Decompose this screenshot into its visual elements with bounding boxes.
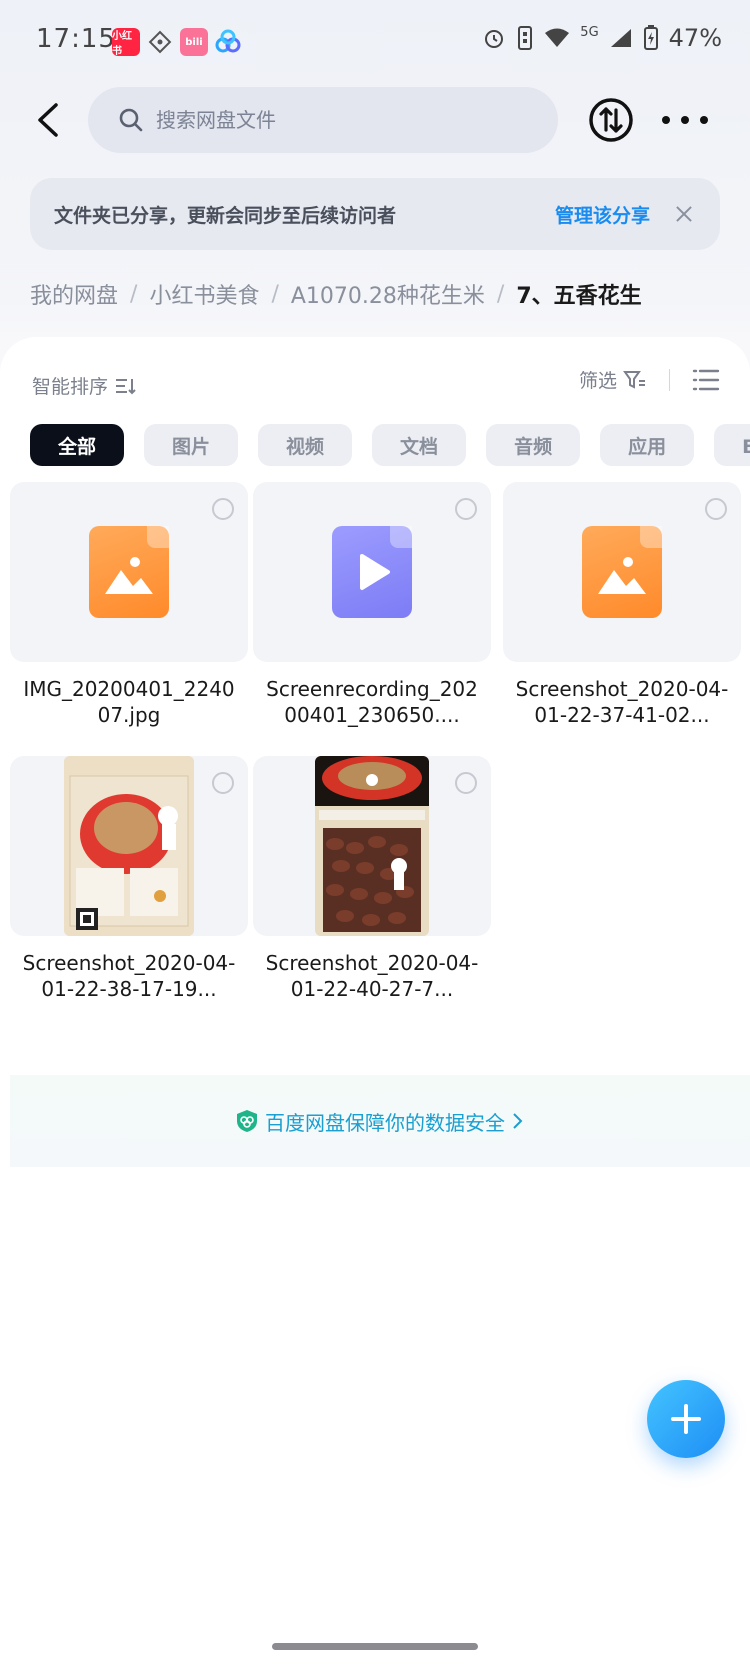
tab-bt-torrents[interactable]: BT种子 — [714, 424, 750, 466]
file-item[interactable]: IMG_20200401_224007.jpg — [10, 482, 248, 728]
tab-apps[interactable]: 应用 — [600, 424, 695, 466]
tab-audio[interactable]: 音频 — [486, 424, 581, 466]
alarm-icon — [485, 30, 504, 48]
breadcrumb-item[interactable]: 小红书美食 — [149, 278, 259, 310]
chevron-right-icon — [513, 1113, 523, 1129]
select-checkbox[interactable] — [455, 772, 477, 794]
close-icon[interactable] — [672, 202, 696, 226]
file-thumbnail — [253, 756, 491, 936]
shield-icon — [237, 1110, 257, 1132]
breadcrumb-separator: / — [496, 281, 505, 307]
breadcrumb-current: 7、五香花生 — [516, 284, 642, 309]
select-checkbox[interactable] — [212, 498, 234, 520]
filter-label[interactable]: 筛选 — [579, 366, 617, 393]
battery-icon — [643, 25, 658, 50]
file-name: Screenshot_2020-04-01-22-38-17-19... — [22, 951, 236, 1001]
tab-images[interactable]: 图片 — [144, 424, 239, 466]
file-item[interactable]: Screenshot_2020-04-01-22-38-17-19... — [10, 756, 248, 1002]
search-input[interactable] — [156, 108, 516, 132]
status-bar: 17:15 小红书 bili 5G 47% — [0, 0, 750, 84]
transfer-button[interactable] — [588, 97, 634, 143]
video-file-icon — [332, 526, 412, 618]
select-checkbox[interactable] — [212, 772, 234, 794]
image-file-icon — [89, 526, 169, 618]
chevron-left-icon — [38, 103, 58, 137]
sort-button[interactable]: 智能排序 — [32, 372, 138, 399]
add-button[interactable] — [647, 1380, 725, 1458]
more-dot-icon — [700, 116, 708, 124]
file-item[interactable]: Screenshot_2020-04-01-22-37-41-02... — [503, 482, 741, 728]
file-item[interactable]: Screenshot_2020-04-01-22-40-27-7... — [253, 756, 491, 1002]
screenshot-thumbnail-image — [315, 756, 429, 936]
breadcrumb-separator: / — [130, 281, 138, 307]
plus-icon — [671, 1404, 701, 1434]
signal-icon — [610, 29, 631, 47]
network-type: 5G — [580, 24, 599, 40]
more-dot-icon — [662, 116, 670, 124]
file-name: Screenshot_2020-04-01-22-37-41-02... — [515, 677, 729, 727]
app-diamond-icon — [146, 28, 174, 56]
file-thumbnail — [253, 482, 491, 662]
select-checkbox[interactable] — [705, 498, 727, 520]
breadcrumb: 我的网盘 / 小红书美食 / A1070.28种花生米 / 7、五香花生 — [30, 278, 642, 310]
category-tabs: 全部 图片 视频 文档 音频 应用 BT种子 其他 — [30, 424, 750, 466]
breadcrumb-item[interactable]: 我的网盘 — [30, 278, 118, 310]
file-name: Screenshot_2020-04-01-22-40-27-7... — [265, 951, 479, 1001]
baidu-netdisk-icon — [214, 28, 242, 56]
status-indicators: 5G 47% — [482, 24, 722, 52]
file-name: IMG_20200401_224007.jpg — [23, 677, 235, 727]
breadcrumb-item[interactable]: A1070.28种花生米 — [291, 278, 485, 310]
bilibili-icon: bili — [180, 28, 208, 56]
share-notice-text: 文件夹已分享，更新会同步至后续访问者 — [54, 204, 397, 227]
tab-videos[interactable]: 视频 — [258, 424, 353, 466]
list-view-icon[interactable] — [692, 368, 720, 392]
breadcrumb-separator: / — [271, 281, 279, 307]
file-name: Screenrecording_20200401_230650.... — [266, 677, 478, 727]
file-thumbnail — [10, 756, 248, 936]
status-time: 17:15 — [36, 24, 116, 54]
security-banner-text: 百度网盘保障你的数据安全 — [265, 1110, 505, 1135]
transfer-icon — [589, 98, 633, 142]
wifi-icon — [545, 28, 570, 47]
filter-icon[interactable] — [623, 369, 647, 391]
sort-icon — [116, 378, 136, 394]
file-item[interactable]: Screenrecording_20200401_230650.... — [253, 482, 491, 728]
more-dot-icon — [681, 116, 689, 124]
tab-documents[interactable]: 文档 — [372, 424, 467, 466]
file-thumbnail — [10, 482, 248, 662]
back-button[interactable] — [20, 92, 76, 148]
file-thumbnail — [503, 482, 741, 662]
more-options-button[interactable] — [662, 100, 708, 140]
sort-label: 智能排序 — [32, 376, 109, 398]
search-icon — [119, 108, 143, 132]
manage-share-link[interactable]: 管理该分享 — [555, 201, 650, 228]
filter-area: 筛选 — [579, 366, 720, 393]
tab-all[interactable]: 全部 — [30, 424, 125, 466]
xiaohongshu-icon: 小红书 — [112, 28, 140, 57]
vibrate-icon — [518, 26, 533, 50]
search-bar[interactable] — [88, 87, 558, 153]
home-indicator[interactable] — [272, 1643, 478, 1650]
share-notice-banner: 文件夹已分享，更新会同步至后续访问者 管理该分享 — [30, 178, 720, 250]
data-security-banner[interactable]: 百度网盘保障你的数据安全 — [10, 1075, 750, 1167]
battery-level: 47% — [668, 24, 722, 52]
image-file-icon — [582, 526, 662, 618]
divider — [669, 368, 670, 391]
screenshot-thumbnail-image — [64, 756, 194, 936]
select-checkbox[interactable] — [455, 498, 477, 520]
